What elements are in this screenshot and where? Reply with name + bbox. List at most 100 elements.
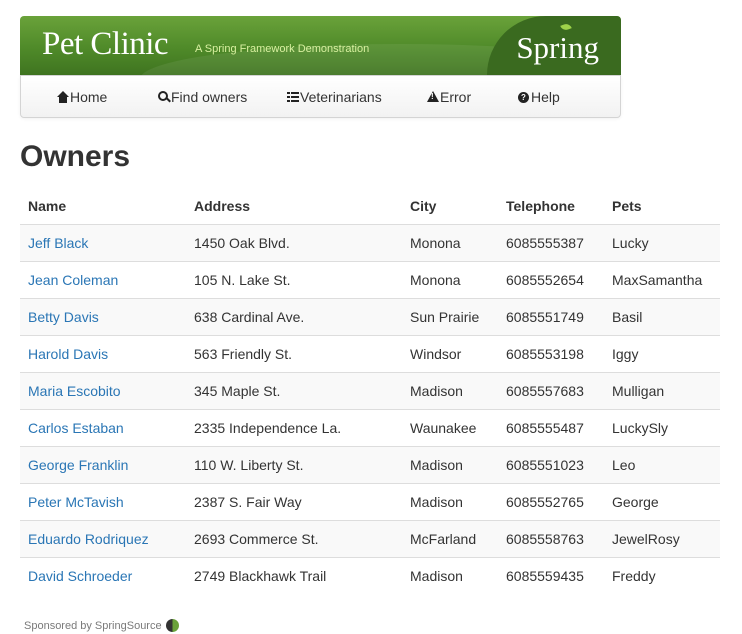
app-subtitle: A Spring Framework Demonstration [195, 43, 370, 55]
nav-error[interactable]: Error [427, 89, 471, 105]
city-cell: Sun Prairie [402, 298, 498, 336]
city-cell: Madison [402, 483, 498, 521]
address-cell: 2749 Blackhawk Trail [186, 557, 402, 594]
owner-name-cell: Jean Coleman [20, 261, 186, 299]
table-row: Peter McTavish 2387 S. Fair Way Madison … [20, 483, 720, 521]
city-cell: Madison [402, 372, 498, 410]
table-row: Eduardo Rodriquez 2693 Commerce St. McFa… [20, 520, 720, 558]
address-cell: 345 Maple St. [186, 372, 402, 410]
telephone-cell: 6085553198 [498, 335, 604, 373]
telephone-cell: 6085558763 [498, 520, 604, 558]
page-title: Owners [20, 140, 131, 173]
table-row: David Schroeder 2749 Blackhawk Trail Mad… [20, 557, 720, 594]
table-row: Betty Davis 638 Cardinal Ave. Sun Prairi… [20, 298, 720, 336]
pets-cell: Mulligan [604, 372, 720, 410]
telephone-cell: 6085557683 [498, 372, 604, 410]
table-row: Jean Coleman 105 N. Lake St. Monona 6085… [20, 261, 720, 299]
address-cell: 638 Cardinal Ave. [186, 298, 402, 336]
pets-cell: Freddy [604, 557, 720, 594]
owner-name-cell: Peter McTavish [20, 483, 186, 521]
telephone-cell: 6085551023 [498, 446, 604, 484]
pets-cell: Basil [604, 298, 720, 336]
owner-name-cell: Maria Escobito [20, 372, 186, 410]
address-cell: 1450 Oak Blvd. [186, 224, 402, 262]
address-cell: 110 W. Liberty St. [186, 446, 402, 484]
pets-cell: MaxSamantha [604, 261, 720, 299]
city-cell: Madison [402, 446, 498, 484]
pets-cell: LuckySly [604, 409, 720, 447]
owner-link[interactable]: Jean Coleman [28, 272, 118, 288]
address-cell: 2387 S. Fair Way [186, 483, 402, 521]
table-row: Harold Davis 563 Friendly St. Windsor 60… [20, 335, 720, 373]
nav-veterinarians-label: Veterinarians [300, 89, 382, 105]
owner-name-cell: George Franklin [20, 446, 186, 484]
header-banner: Pet Clinic A Spring Framework Demonstrat… [20, 16, 621, 75]
city-cell: Monona [402, 261, 498, 299]
nav-bar: Home Find owners Veterinarians Error ? H… [20, 75, 621, 118]
telephone-cell: 6085559435 [498, 557, 604, 594]
city-cell: McFarland [402, 520, 498, 558]
owner-link[interactable]: Peter McTavish [28, 494, 124, 510]
pets-cell: Leo [604, 446, 720, 484]
owner-link[interactable]: Carlos Estaban [28, 420, 124, 436]
owner-name-cell: Carlos Estaban [20, 409, 186, 447]
city-cell: Monona [402, 224, 498, 262]
nav-help[interactable]: ? Help [518, 89, 560, 105]
column-header-address: Address [186, 188, 402, 225]
owner-link[interactable]: Harold Davis [28, 346, 108, 362]
owner-link[interactable]: David Schroeder [28, 568, 132, 584]
nav-home-label: Home [70, 89, 108, 105]
springsource-logo-icon [165, 619, 179, 632]
table-row: Carlos Estaban 2335 Independence La. Wau… [20, 409, 720, 447]
owner-name-cell: Jeff Black [20, 224, 186, 262]
pets-cell: George [604, 483, 720, 521]
nav-veterinarians[interactable]: Veterinarians [287, 89, 382, 105]
warning-icon [427, 91, 439, 103]
app-title: Pet Clinic [42, 26, 169, 62]
nav-home[interactable]: Home [57, 89, 107, 105]
column-header-pets: Pets [604, 188, 720, 225]
owner-link[interactable]: Betty Davis [28, 309, 99, 325]
owner-link[interactable]: Eduardo Rodriquez [28, 531, 149, 547]
city-cell: Waunakee [402, 409, 498, 447]
table-header-row: Name Address City Telephone Pets [20, 188, 720, 225]
nav-find-owners[interactable]: Find owners [158, 89, 247, 105]
owner-name-cell: Harold Davis [20, 335, 186, 373]
home-icon [57, 91, 69, 103]
telephone-cell: 6085552654 [498, 261, 604, 299]
footer: Sponsored by SpringSource [24, 619, 179, 632]
spring-logo: Spring [516, 30, 599, 65]
owner-name-cell: David Schroeder [20, 557, 186, 594]
address-cell: 563 Friendly St. [186, 335, 402, 373]
nav-error-label: Error [440, 89, 472, 105]
owner-name-cell: Betty Davis [20, 298, 186, 336]
telephone-cell: 6085551749 [498, 298, 604, 336]
city-cell: Windsor [402, 335, 498, 373]
city-cell: Madison [402, 557, 498, 594]
pets-cell: Lucky [604, 224, 720, 262]
owner-link[interactable]: George Franklin [28, 457, 128, 473]
telephone-cell: 6085552765 [498, 483, 604, 521]
owner-name-cell: Eduardo Rodriquez [20, 520, 186, 558]
table-row: Maria Escobito 345 Maple St. Madison 608… [20, 372, 720, 410]
address-cell: 2335 Independence La. [186, 409, 402, 447]
nav-help-label: Help [531, 89, 560, 105]
search-icon [158, 91, 170, 103]
help-icon: ? [518, 91, 529, 103]
table-row: Jeff Black 1450 Oak Blvd. Monona 6085555… [20, 224, 720, 262]
list-icon [287, 92, 299, 102]
column-header-name: Name [20, 188, 186, 225]
owner-link[interactable]: Jeff Black [28, 235, 88, 251]
telephone-cell: 6085555387 [498, 224, 604, 262]
pets-cell: Iggy [604, 335, 720, 373]
telephone-cell: 6085555487 [498, 409, 604, 447]
address-cell: 105 N. Lake St. [186, 261, 402, 299]
table-row: George Franklin 110 W. Liberty St. Madis… [20, 446, 720, 484]
address-cell: 2693 Commerce St. [186, 520, 402, 558]
column-header-telephone: Telephone [498, 188, 604, 225]
pets-cell: JewelRosy [604, 520, 720, 558]
column-header-city: City [402, 188, 498, 225]
owner-link[interactable]: Maria Escobito [28, 383, 121, 399]
nav-find-owners-label: Find owners [171, 89, 248, 105]
footer-text: Sponsored by SpringSource [24, 619, 162, 632]
